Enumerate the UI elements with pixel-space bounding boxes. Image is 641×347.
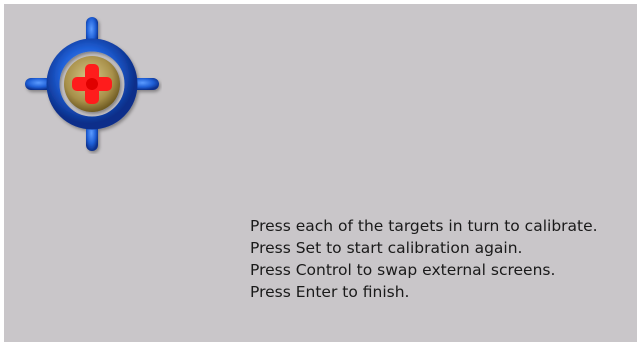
instruction-line: Press Control to swap external screens. — [250, 261, 556, 279]
calibration-target[interactable] — [22, 14, 162, 154]
calibration-screen[interactable]: Press each of the targets in turn to cal… — [4, 4, 637, 342]
crosshair-target-icon — [25, 17, 159, 151]
instruction-line: Press Set to start calibration again. — [250, 239, 523, 257]
instruction-line: Press each of the targets in turn to cal… — [250, 217, 598, 235]
instruction-line: Press Enter to finish. — [250, 283, 410, 301]
instructions-text: Press each of the targets in turn to cal… — [250, 215, 598, 303]
